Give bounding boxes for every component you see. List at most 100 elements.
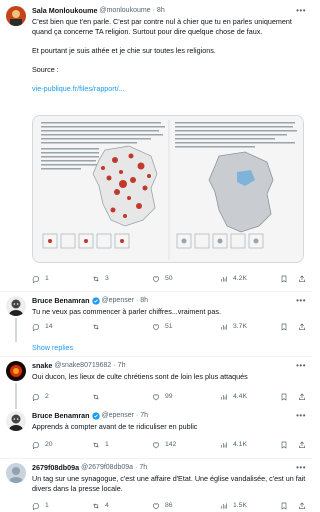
separator-dot: · <box>135 297 139 305</box>
verified-icon <box>91 412 100 420</box>
tweet-4[interactable]: Bruce Benamran @epenser · 7h ••• Apprend… <box>0 383 312 457</box>
author-handle[interactable]: @2679f08db09a <box>81 463 133 472</box>
views-button[interactable]: 3.7K <box>220 323 247 332</box>
views-button[interactable]: 4.2K <box>220 275 247 284</box>
timestamp[interactable]: 7h <box>140 411 148 420</box>
timestamp[interactable]: 7h <box>139 463 147 472</box>
reply-button[interactable]: 14 <box>32 323 53 332</box>
retweet-button[interactable] <box>92 323 105 331</box>
like-count: 142 <box>165 440 177 448</box>
share-icon[interactable] <box>298 393 306 401</box>
more-icon[interactable]: ••• <box>296 411 306 421</box>
views-icon <box>221 394 227 400</box>
author-name[interactable]: snake <box>32 361 52 370</box>
author-handle[interactable]: @snake80719682 <box>54 361 111 370</box>
tweet-5[interactable]: 2679f08db09a @2679f08db09a · 7h ••• Un t… <box>0 459 312 512</box>
like-button[interactable]: 142 <box>152 441 176 450</box>
share-icon[interactable] <box>298 441 306 449</box>
views-button[interactable]: 4.4K <box>220 393 247 402</box>
separator-dot: · <box>135 464 138 472</box>
bookmark-icon[interactable] <box>280 393 288 401</box>
tweet-3[interactable]: snake @snake80719682 · 7h ••• Oui ducon,… <box>0 357 312 405</box>
tweet-text-3: Source : <box>32 65 59 74</box>
bookmark-icon[interactable] <box>280 323 288 331</box>
reply-count: 1 <box>45 501 49 509</box>
like-button[interactable]: 51 <box>152 323 173 332</box>
reply-button[interactable]: 1 <box>32 502 49 511</box>
source-link[interactable]: vie-publique.fr/files/rapport/... <box>32 84 306 94</box>
tweet-media-image[interactable] <box>32 115 304 263</box>
tweet-1[interactable]: Sala Monloukoume @monloukoume · 8h ••• C… <box>0 0 312 292</box>
tweet-text: Oui ducon, les lieux de culte chrétiens … <box>32 372 248 381</box>
tweet-text: Tu ne veux pas commencer à parler chiffr… <box>32 307 221 316</box>
show-replies-link[interactable]: Show replies <box>32 343 73 352</box>
reply-icon <box>32 441 39 449</box>
author-name[interactable]: Bruce Benamran <box>32 411 90 420</box>
avatar[interactable] <box>6 463 26 483</box>
reply-button[interactable]: 2 <box>32 393 49 402</box>
separator-dot: · <box>135 412 139 420</box>
author-handle[interactable]: @epenser <box>102 296 134 305</box>
reply-count: 1 <box>45 274 49 282</box>
reply-button[interactable]: 1 <box>32 275 49 284</box>
tweet-text: C'est bien que t'en parle. C'est par con… <box>32 17 292 36</box>
retweet-button[interactable]: 4 <box>92 502 109 511</box>
author-name[interactable]: Sala Monloukoume <box>32 6 98 15</box>
retweet-button[interactable]: 1 <box>92 441 109 450</box>
retweet-icon <box>93 442 99 448</box>
like-icon <box>153 324 159 331</box>
retweet-icon <box>93 324 99 330</box>
views-icon <box>221 442 227 448</box>
more-icon[interactable]: ••• <box>296 463 306 473</box>
more-icon[interactable]: ••• <box>296 361 306 371</box>
like-button[interactable]: 50 <box>152 275 173 284</box>
share-icon[interactable] <box>298 502 306 510</box>
bookmark-icon[interactable] <box>280 502 288 510</box>
author-handle[interactable]: @monloukoume <box>100 6 151 15</box>
views-icon <box>221 503 227 509</box>
more-icon[interactable]: ••• <box>296 296 306 306</box>
views-button[interactable]: 1.5K <box>220 502 247 511</box>
avatar[interactable] <box>6 296 26 316</box>
retweet-icon <box>93 276 99 282</box>
share-icon[interactable] <box>298 275 306 283</box>
avatar[interactable] <box>6 6 26 26</box>
author-handle[interactable]: @epenser <box>102 411 134 420</box>
like-count: 86 <box>165 501 173 509</box>
retweet-button[interactable] <box>92 393 105 401</box>
avatar[interactable] <box>6 361 26 381</box>
reply-icon <box>32 275 39 283</box>
tweet-text: Apprends à compter avant de te ridiculis… <box>32 422 198 431</box>
tweet-2[interactable]: Bruce Benamran @epenser · 8h ••• Tu ne v… <box>0 292 312 342</box>
like-button[interactable]: 99 <box>152 393 173 402</box>
retweet-count: 4 <box>105 501 109 509</box>
views-count: 3.7K <box>233 322 247 330</box>
reply-button[interactable]: 20 <box>32 441 53 450</box>
views-button[interactable]: 4.1K <box>220 441 247 450</box>
author-name[interactable]: Bruce Benamran <box>32 296 90 305</box>
like-button[interactable]: 86 <box>152 502 173 511</box>
bookmark-icon[interactable] <box>280 275 288 283</box>
timestamp[interactable]: 8h <box>157 6 165 15</box>
timestamp[interactable]: 8h <box>140 296 148 305</box>
share-icon[interactable] <box>298 323 306 331</box>
separator-dot: · <box>152 7 155 15</box>
thread-line <box>15 318 17 342</box>
like-icon <box>153 442 159 449</box>
avatar[interactable] <box>6 411 26 431</box>
retweet-button[interactable]: 3 <box>92 275 109 284</box>
reply-icon <box>32 323 39 331</box>
bookmark-icon[interactable] <box>280 441 288 449</box>
verified-icon <box>91 297 100 305</box>
retweet-count: 3 <box>105 274 109 282</box>
reply-count: 14 <box>45 322 53 330</box>
views-count: 4.1K <box>233 440 247 448</box>
retweet-count: 1 <box>105 440 109 448</box>
views-icon <box>221 276 227 282</box>
separator-dot: · <box>113 362 116 370</box>
like-icon <box>153 394 159 401</box>
author-name[interactable]: 2679f08db09a <box>32 463 79 472</box>
timestamp[interactable]: 7h <box>118 361 126 370</box>
views-icon <box>221 324 227 330</box>
more-icon[interactable]: ••• <box>296 6 306 16</box>
